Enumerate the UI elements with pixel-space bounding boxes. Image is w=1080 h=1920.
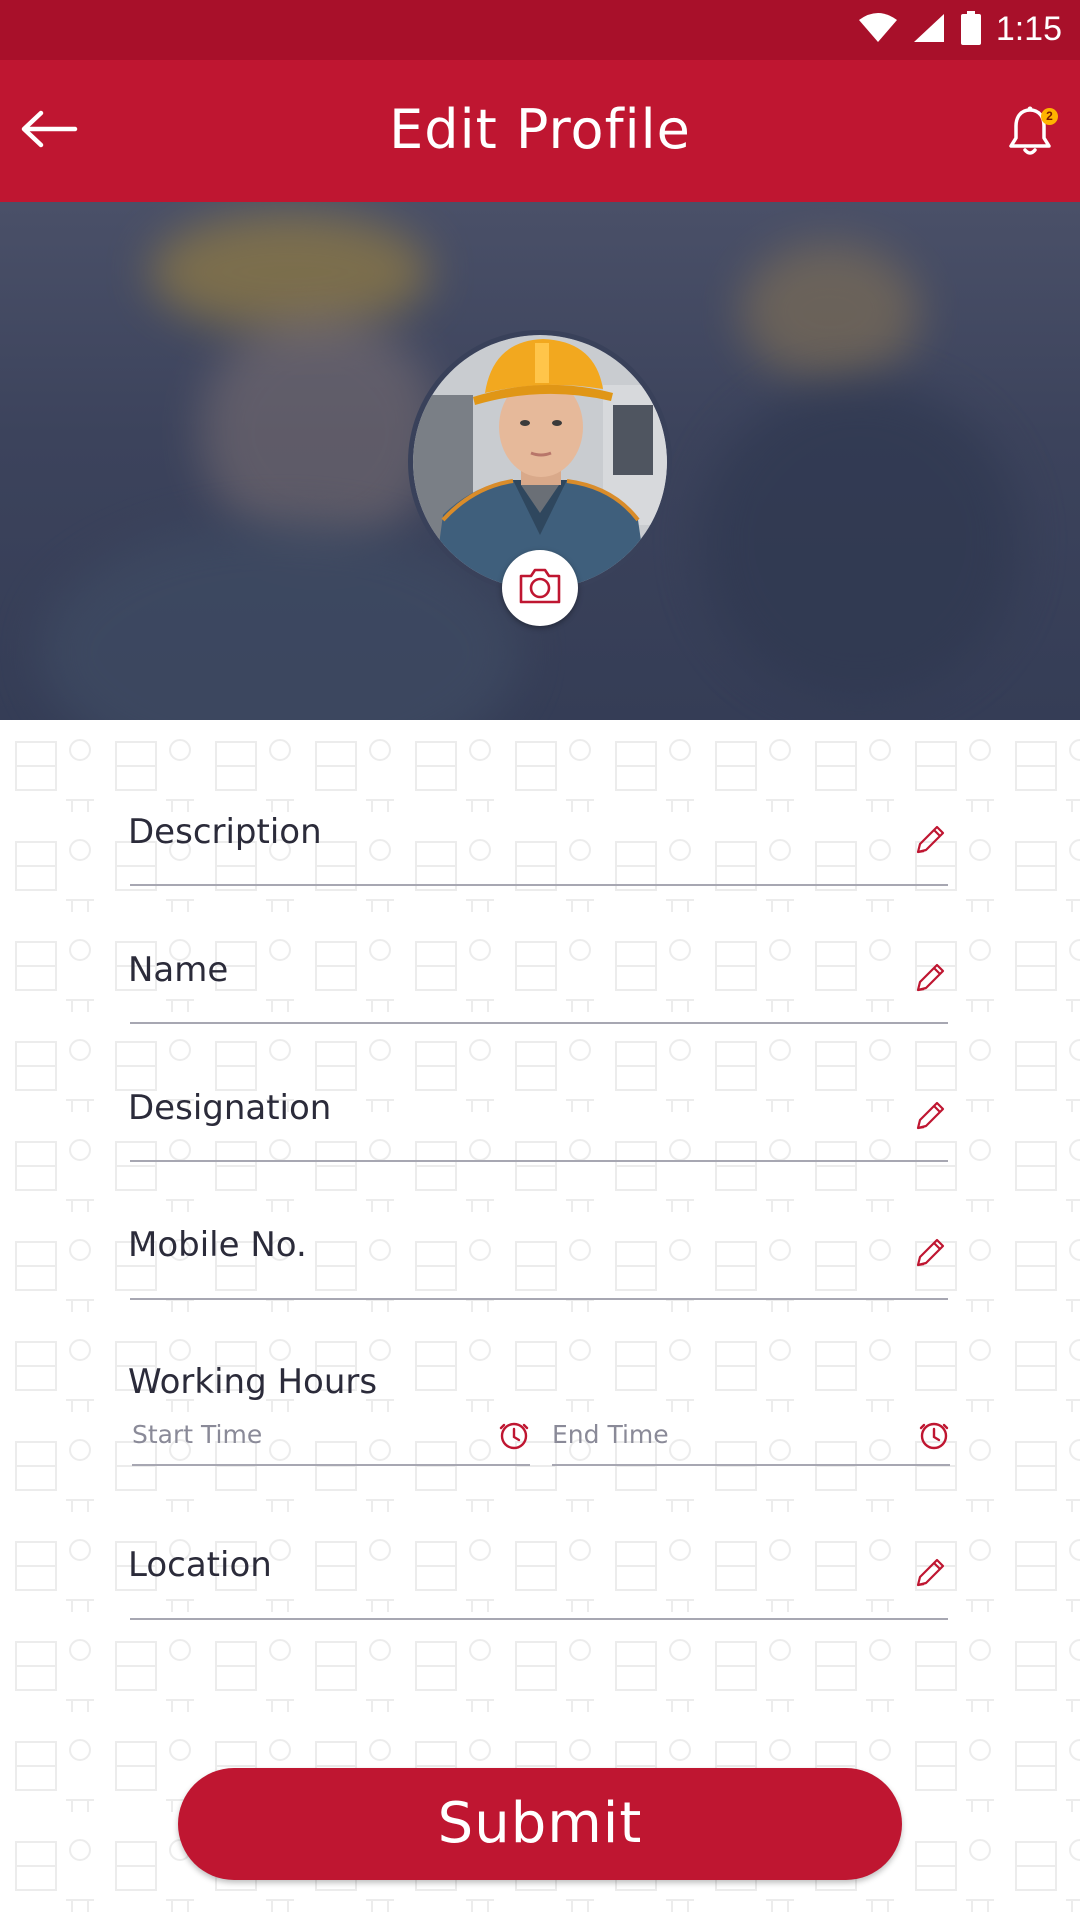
bg-helmet-blur (150, 212, 430, 332)
furniture-pattern-background (0, 720, 1080, 1920)
app-bar: Edit Profile 2 (0, 60, 1080, 202)
name-underline (130, 1022, 948, 1024)
notification-badge: 2 (1041, 108, 1058, 125)
clock-icon[interactable] (498, 1420, 530, 1452)
status-time: 1:15 (995, 10, 1062, 48)
location-field[interactable]: Location (128, 1545, 948, 1625)
name-field[interactable]: Name (128, 950, 948, 1030)
location-underline (130, 1618, 948, 1620)
battery-icon (960, 10, 982, 49)
mobile-label: Mobile No. (128, 1225, 307, 1265)
camera-icon (517, 566, 563, 610)
end-time-field[interactable]: End Time (550, 1420, 950, 1480)
location-label: Location (128, 1545, 272, 1585)
bg-person2-blur (700, 382, 1020, 702)
pencil-icon[interactable] (912, 960, 948, 996)
pencil-icon[interactable] (912, 1235, 948, 1271)
end-time-underline (552, 1464, 950, 1466)
status-bar: 1:15 (0, 0, 1080, 60)
bg-face-blur (200, 312, 440, 552)
mobile-field[interactable]: Mobile No. (128, 1225, 948, 1305)
bg-helmet2-blur (740, 242, 920, 382)
cell-signal-icon (912, 12, 946, 48)
start-time-underline (132, 1464, 530, 1466)
change-photo-button[interactable] (502, 550, 578, 626)
designation-label: Designation (128, 1088, 332, 1128)
pencil-icon[interactable] (912, 1555, 948, 1591)
designation-field[interactable]: Designation (128, 1088, 948, 1168)
profile-form: Description Name Designation Mobile No. … (0, 720, 1080, 1920)
wifi-icon (858, 12, 898, 48)
start-time-placeholder: Start Time (132, 1420, 263, 1449)
description-underline (130, 884, 948, 886)
description-label: Description (128, 812, 322, 852)
profile-header-background (0, 202, 1080, 720)
name-label: Name (128, 950, 229, 990)
start-time-field[interactable]: Start Time (130, 1420, 530, 1480)
description-field[interactable]: Description (128, 812, 948, 892)
submit-button[interactable]: Submit (178, 1768, 902, 1880)
clock-icon[interactable] (918, 1420, 950, 1452)
mobile-underline (130, 1298, 948, 1300)
page-title: Edit Profile (389, 98, 691, 161)
designation-underline (130, 1160, 948, 1162)
pencil-icon[interactable] (912, 822, 948, 858)
notifications-button[interactable]: 2 (1002, 102, 1062, 164)
pencil-icon[interactable] (912, 1098, 948, 1134)
end-time-placeholder: End Time (552, 1420, 669, 1449)
working-hours-label: Working Hours (128, 1362, 378, 1402)
